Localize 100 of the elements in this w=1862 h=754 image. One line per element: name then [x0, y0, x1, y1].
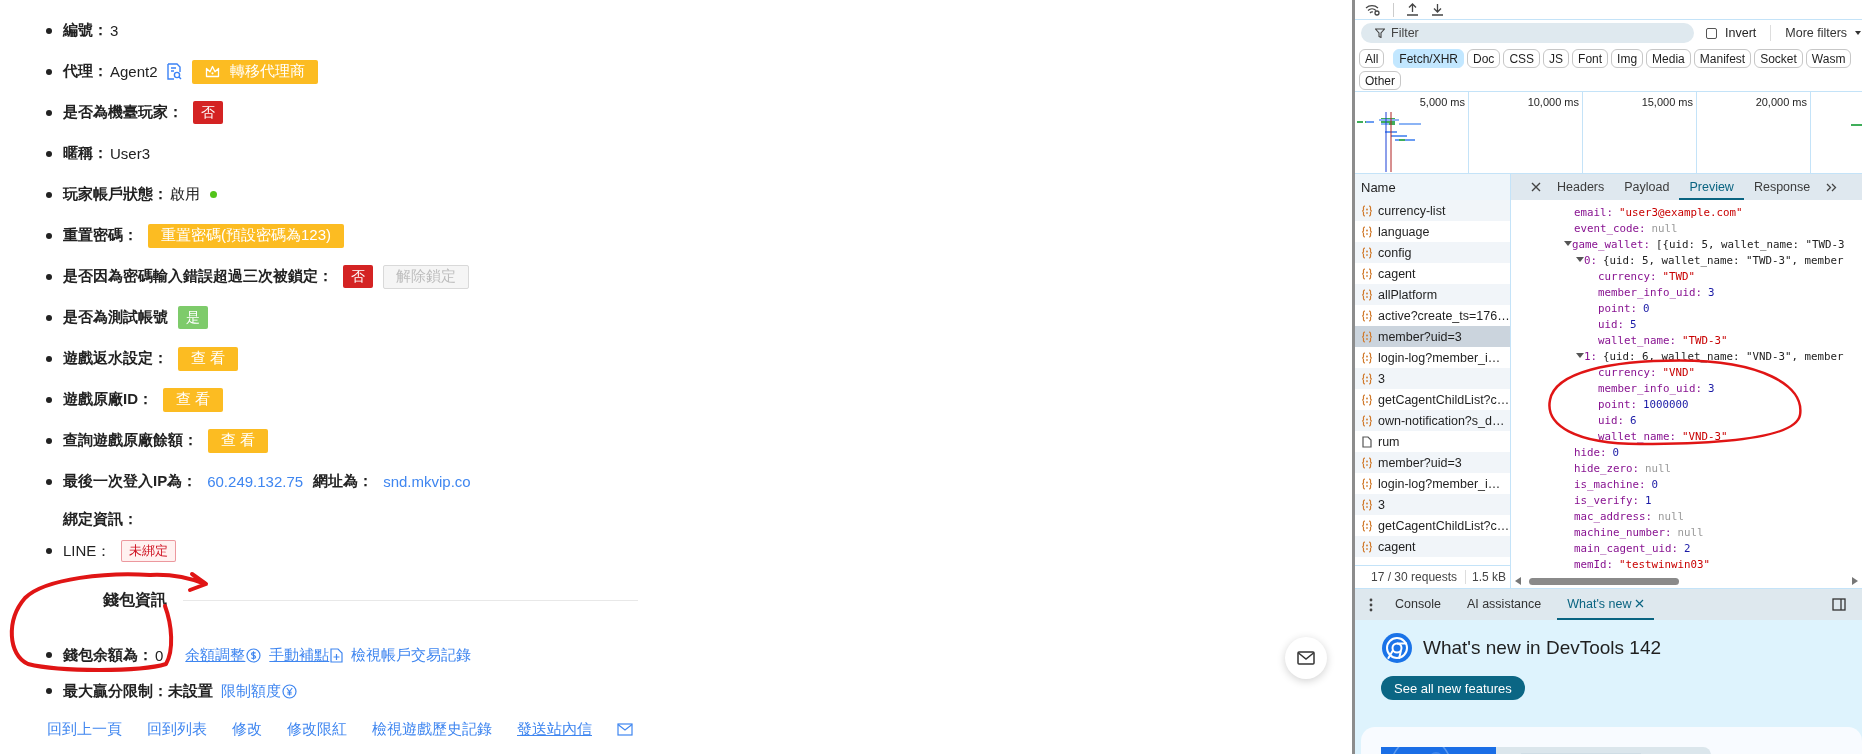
text-link[interactable]: 限制額度 — [221, 681, 281, 701]
field-label: 最後一次登入IP為： — [63, 472, 198, 491]
json-value: null — [1651, 221, 1678, 235]
type-filter-chip[interactable]: Doc — [1467, 49, 1501, 68]
braces-icon — [1361, 351, 1373, 364]
request-row[interactable]: rum — [1355, 431, 1510, 452]
yen-circle-icon — [282, 683, 297, 699]
json-value: "testwinwin03" — [1619, 557, 1711, 571]
request-row[interactable]: login-log?member_i… — [1355, 473, 1510, 494]
text-link[interactable]: 余額調整 — [185, 645, 246, 665]
json-key: email: — [1574, 205, 1613, 219]
field-label: 是否為測試帳號 — [63, 308, 168, 327]
field-value: LINE： — [63, 541, 112, 561]
field-value: Agent2 — [110, 63, 158, 80]
request-row[interactable]: currency-list — [1355, 200, 1510, 221]
caret-icon — [1855, 30, 1862, 36]
type-filter-chip[interactable]: Img — [1611, 49, 1644, 68]
chevrons-icon — [1826, 182, 1838, 192]
mail-icon — [1297, 651, 1315, 665]
field-value: 3 — [110, 22, 119, 39]
request-row[interactable]: active?create_ts=176… — [1355, 305, 1510, 326]
json-value: "VND" — [1662, 365, 1696, 379]
text-link[interactable]: 回到列表 — [147, 719, 207, 739]
json-key: hide: — [1574, 445, 1607, 459]
braces-icon — [1361, 330, 1373, 343]
request-row[interactable]: 3 — [1355, 494, 1510, 515]
text-link[interactable]: 60.249.132.75 — [207, 473, 304, 490]
bullet-icon — [46, 478, 52, 485]
json-value: [{uid: 5, wallet_name: "TWD-3 — [1656, 237, 1845, 251]
field-label: 錢包余額為： — [63, 645, 153, 665]
panel-tab[interactable]: Headers — [1547, 176, 1615, 200]
braces-icon — [1361, 456, 1373, 469]
type-filter-chip[interactable]: Socket — [1754, 49, 1803, 68]
checkbox-label: Invert — [1725, 26, 1757, 40]
json-key: event_code: — [1574, 221, 1646, 235]
bullet-icon — [46, 27, 52, 34]
section-heading: 錢包資訊 — [103, 589, 167, 610]
request-row[interactable]: getCagentChildList?c… — [1355, 515, 1510, 536]
field-value: User3 — [110, 145, 150, 162]
request-row[interactable]: own-notification?s_d… — [1355, 410, 1510, 431]
request-row[interactable]: cagent — [1355, 536, 1510, 557]
panel-tab[interactable]: Response — [1743, 176, 1821, 200]
json-value: "user3@example.com" — [1619, 205, 1743, 219]
field-value: 0 — [155, 646, 164, 664]
json-key: member_info_uid: — [1598, 381, 1702, 395]
request-row[interactable]: login-log?member_i… — [1355, 347, 1510, 368]
text-link[interactable]: 修改 — [232, 719, 262, 739]
request-row[interactable]: allPlatform — [1355, 284, 1510, 305]
expand-triangle-icon[interactable] — [1564, 240, 1572, 248]
request-row[interactable]: cagent — [1355, 263, 1510, 284]
text-link[interactable]: 檢視遊戲歷史記錄 — [372, 719, 492, 739]
text-link[interactable]: 檢視帳戶交易記錄 — [351, 645, 472, 665]
mail-button[interactable] — [1285, 637, 1327, 679]
text-link[interactable]: snd.mkvip.co — [383, 473, 471, 490]
type-filter-chip[interactable]: Other — [1359, 71, 1401, 90]
bullet-icon — [46, 355, 52, 362]
request-row[interactable]: 3 — [1355, 368, 1510, 389]
request-count: 17 / 30 requests — [1371, 570, 1458, 585]
expand-triangle-icon[interactable] — [1576, 352, 1584, 360]
field-label: 是否因為密碼輸入錯誤超過三次被鎖定： — [63, 267, 333, 286]
request-row[interactable]: member?uid=3 — [1355, 452, 1510, 473]
json-key: is_machine: — [1574, 477, 1646, 491]
json-key: memId: — [1574, 557, 1613, 571]
json-key: machine_number: — [1574, 525, 1672, 539]
scroll-right-icon — [1852, 577, 1858, 585]
drawer-tab[interactable]: AI assistance — [1456, 589, 1552, 620]
braces-icon — [1361, 309, 1373, 322]
braces-icon — [1361, 246, 1373, 259]
expand-triangle-icon[interactable] — [1576, 256, 1584, 264]
type-filter-chip[interactable]: Media — [1646, 49, 1691, 68]
json-key: game_wallet: — [1572, 237, 1650, 251]
request-row[interactable]: getCagentChildList?c… — [1355, 389, 1510, 410]
text-link[interactable]: 回到上一頁 — [47, 719, 122, 739]
type-filter-chip[interactable]: Wasm — [1805, 49, 1852, 68]
panel-tab[interactable]: Payload — [1614, 176, 1680, 200]
text-link[interactable]: 手動補點 — [269, 645, 330, 665]
drawer-tab[interactable]: Console — [1385, 589, 1451, 620]
text-link[interactable]: 修改限紅 — [287, 719, 347, 739]
json-key: wallet_name: — [1598, 429, 1676, 443]
invert-checkbox[interactable] — [1706, 27, 1717, 39]
type-filter-chip[interactable]: Font — [1572, 49, 1609, 68]
request-row[interactable]: member?uid=3 — [1355, 326, 1510, 347]
json-value: "VND-3" — [1682, 429, 1728, 443]
request-row[interactable]: language — [1355, 221, 1510, 242]
panel-tab[interactable]: Preview — [1679, 176, 1744, 200]
more-filters-menu[interactable]: More filters — [1785, 26, 1848, 40]
field-label: 玩家帳戶狀態： — [63, 185, 168, 204]
filter-icon — [1375, 28, 1385, 38]
type-filter-chip[interactable]: JS — [1543, 49, 1570, 68]
type-filter-chip[interactable]: Manifest — [1693, 49, 1752, 68]
scrollbar-thumb[interactable] — [1529, 577, 1679, 585]
text-link[interactable]: 發送站內信 — [517, 719, 592, 739]
type-filter-chip[interactable]: CSS — [1503, 49, 1541, 68]
bullet-icon — [46, 314, 52, 321]
request-row[interactable]: config — [1355, 242, 1510, 263]
filter-field[interactable]: Filter — [1361, 23, 1694, 43]
type-filter-chip[interactable]: Fetch/XHR — [1393, 49, 1465, 68]
type-filter-chip[interactable]: All — [1359, 49, 1385, 68]
json-value: null — [1677, 525, 1704, 539]
see-features-button[interactable]: See all new features — [1381, 676, 1525, 700]
